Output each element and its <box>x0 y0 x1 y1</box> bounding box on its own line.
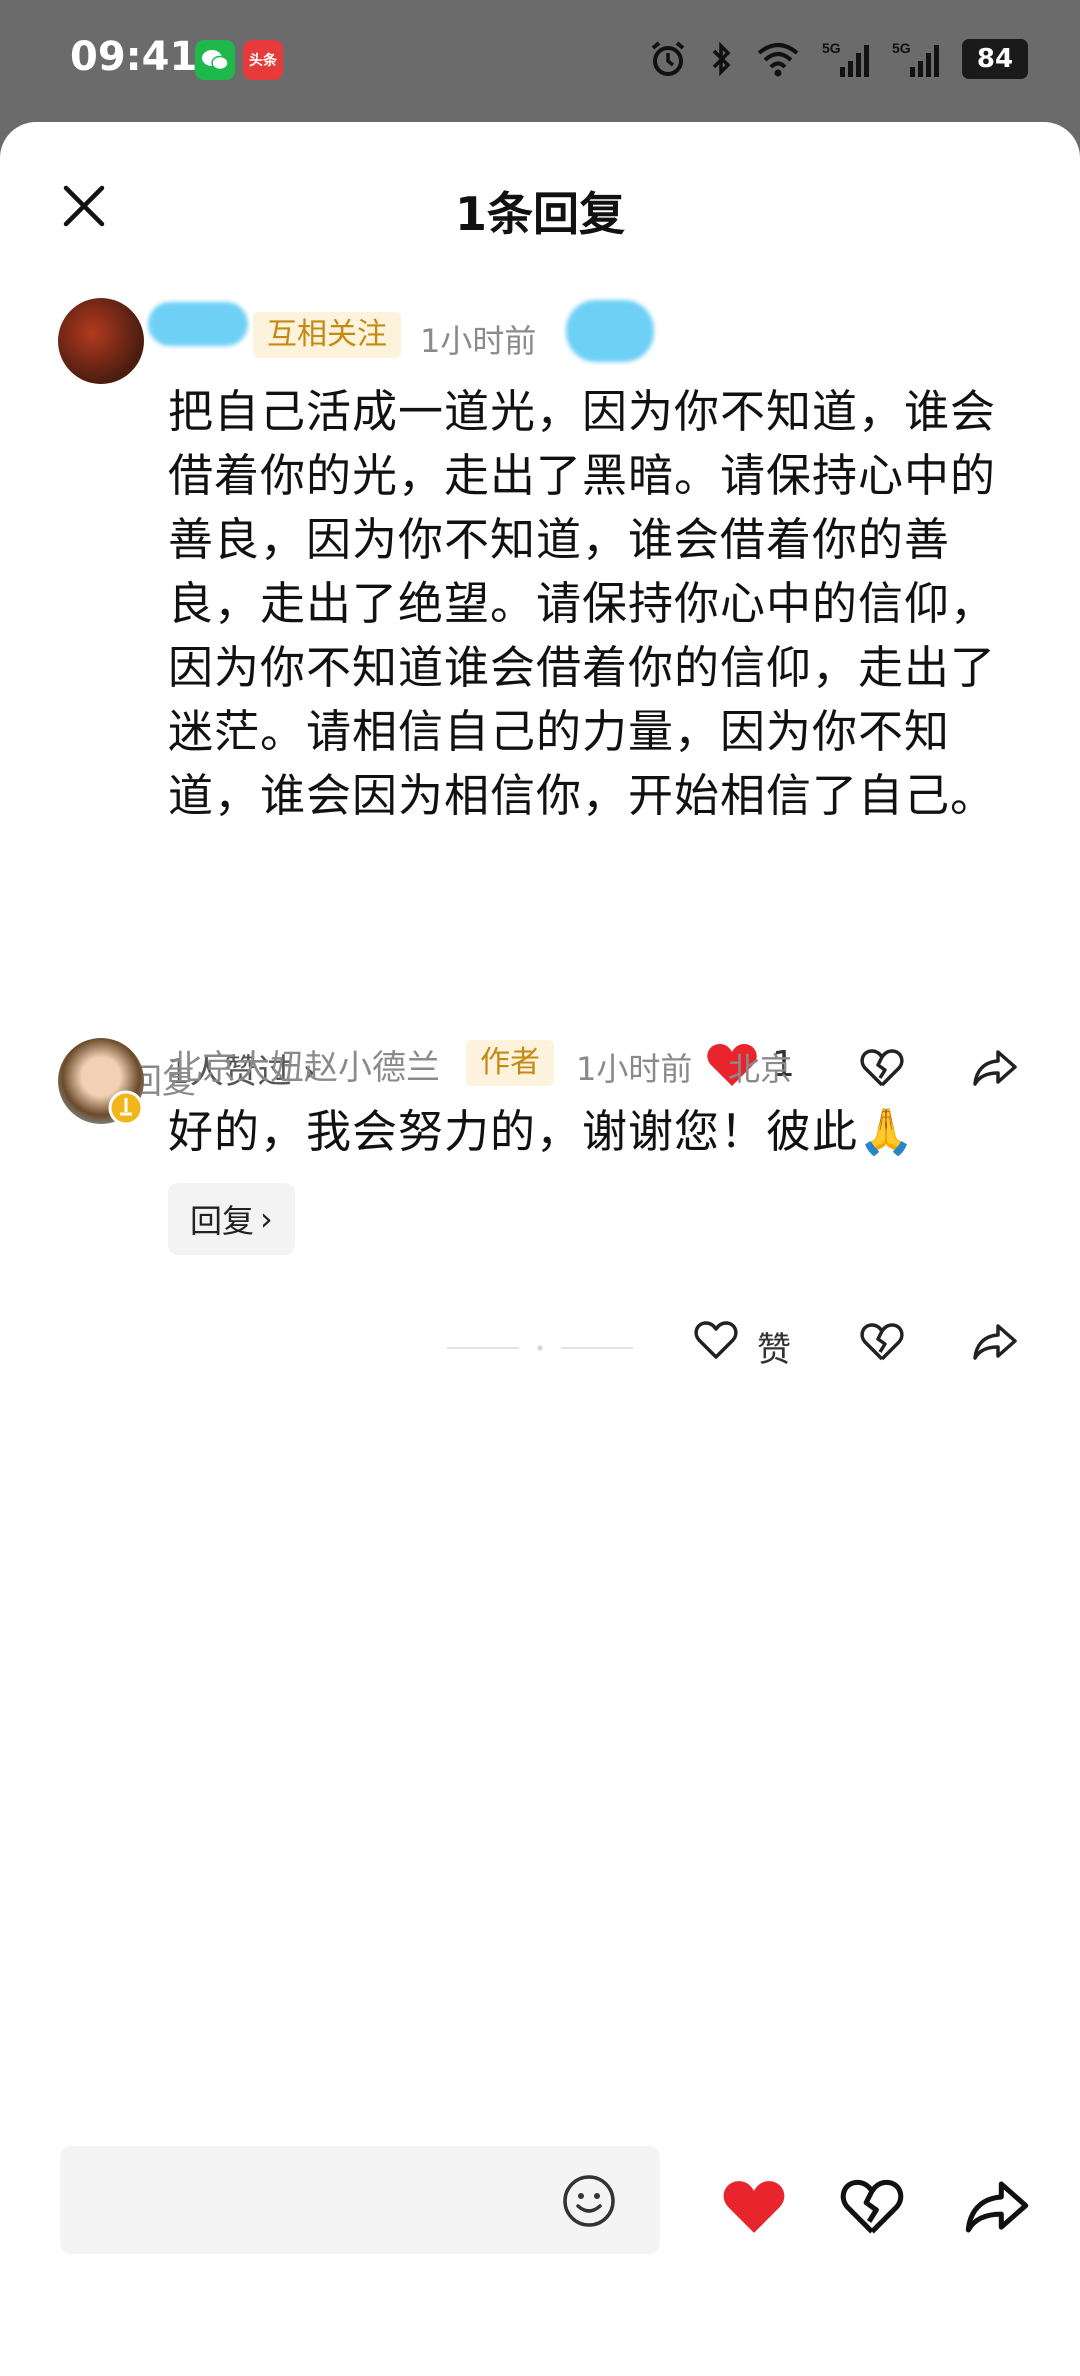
verified-badge-icon <box>108 1090 144 1126</box>
reply-location: 北京 <box>728 1050 793 1088</box>
praying-hands-emoji: 🙏 <box>858 1105 916 1158</box>
status-time: 09:41 <box>70 34 198 80</box>
signal-5g-icon-2: 5G <box>892 40 939 77</box>
signal-5g-icon: 5G <box>822 40 869 77</box>
comment-text: 把自己活成一道光，因为你不知道，谁会借着你的光，走出了黑暗。请保持心中的善良，因… <box>168 385 997 822</box>
bluetooth-icon <box>712 41 731 77</box>
reply-button-label: 回复 <box>190 1202 255 1240</box>
sheet-title: 1条回复 <box>454 187 625 241</box>
svg-text:5G: 5G <box>822 40 841 56</box>
reply-input[interactable] <box>60 2146 660 2254</box>
emoji-icon[interactable] <box>562 2174 616 2228</box>
chevron-right-icon: › <box>260 1200 273 1238</box>
redacted-location <box>566 300 654 362</box>
end-of-list-divider <box>447 1345 633 1351</box>
mutual-follow-tag: 互相关注 <box>253 312 401 358</box>
broken-heart-icon[interactable] <box>840 2178 904 2236</box>
like-label[interactable]: 赞 <box>757 1322 791 1371</box>
heart-filled-icon[interactable] <box>722 2178 786 2236</box>
wifi-icon <box>757 43 799 77</box>
status-bar: 09:41 头条 5G 5G 84 <box>0 0 1080 122</box>
reply-text-body: 好的，我会努力的，谢谢您！彼此 <box>168 1105 859 1158</box>
reply-button[interactable]: 回复 › <box>168 1183 295 1255</box>
wechat-notification-icon <box>195 40 235 80</box>
status-indicators: 5G 5G 84 <box>648 34 1028 84</box>
commenter-avatar[interactable] <box>58 298 144 384</box>
broken-heart-icon[interactable] <box>860 1048 904 1088</box>
comment-time: 1小时前 <box>420 322 537 360</box>
battery-indicator: 84 <box>962 39 1028 79</box>
author-tag: 作者 <box>466 1040 554 1086</box>
reply-time: 1小时前 <box>576 1050 693 1088</box>
share-icon[interactable] <box>964 2178 1030 2236</box>
heart-outline-icon[interactable] <box>694 1320 738 1360</box>
broken-heart-icon[interactable] <box>860 1322 904 1362</box>
reply-text: 好的，我会努力的，谢谢您！彼此🙏 <box>168 1100 915 1164</box>
alarm-icon <box>651 41 685 76</box>
share-icon[interactable] <box>972 1322 1018 1362</box>
toutiao-notification-icon: 头条 <box>243 40 283 80</box>
redacted-username <box>148 302 248 346</box>
share-icon[interactable] <box>972 1048 1018 1088</box>
replies-sheet: 1条回复 互相关注 1小时前 把自己活成一道光，因为你不知道，谁会借着你的光，走… <box>0 122 1080 2376</box>
svg-text:5G: 5G <box>892 40 911 56</box>
reply-author-name[interactable]: 北京大妞赵小德兰 <box>168 1040 440 1089</box>
